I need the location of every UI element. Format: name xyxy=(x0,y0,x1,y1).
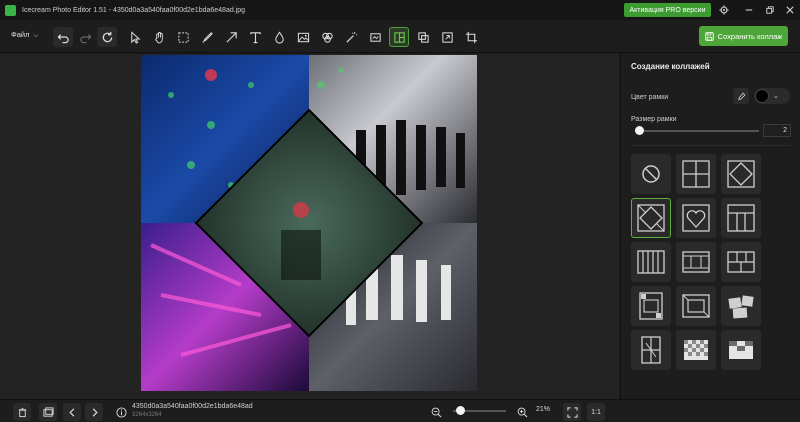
next-image-button[interactable] xyxy=(85,403,103,421)
layout-center-frame[interactable] xyxy=(676,286,716,326)
layout-top-three[interactable] xyxy=(721,198,761,238)
gallery-icon[interactable] xyxy=(39,403,57,421)
window-title: Icecream Photo Editor 1.51 - 4350d0a3a54… xyxy=(22,6,246,14)
layout-puzzle[interactable] xyxy=(721,330,761,370)
image-insert-icon[interactable] xyxy=(293,27,313,47)
image-dimensions: 3264x3264 xyxy=(132,412,162,418)
layout-corner-frames[interactable] xyxy=(631,286,671,326)
file-name: 4350d0a3a540faa0f00d2e1bda6e48ad xyxy=(132,403,253,410)
save-collage-label: Сохранить коллаж xyxy=(717,31,783,41)
chevron-down-icon: ⌵ xyxy=(33,33,39,39)
fit-to-screen-icon[interactable] xyxy=(563,403,581,421)
zoom-in-icon[interactable] xyxy=(513,403,531,421)
title-bar: Icecream Photo Editor 1.51 - 4350d0a3a54… xyxy=(0,0,800,20)
crop-selection-icon[interactable] xyxy=(173,27,193,47)
layout-none[interactable] xyxy=(631,154,671,194)
chevron-down-icon: ⌄ xyxy=(773,93,779,100)
resize-image-icon[interactable] xyxy=(365,27,385,47)
minimize-icon[interactable] xyxy=(742,3,756,17)
settings-gear-icon[interactable] xyxy=(717,3,731,17)
color-filter-icon[interactable] xyxy=(317,27,337,47)
collage-layout-grid xyxy=(631,154,761,370)
previous-image-button[interactable] xyxy=(63,403,81,421)
zoom-slider-handle[interactable] xyxy=(455,406,465,415)
frame-color-swatch xyxy=(755,89,769,103)
panel-divider xyxy=(631,145,791,146)
toolbar: Файл ⌵ Сохранить коллаж xyxy=(0,20,800,53)
eyedropper-icon[interactable] xyxy=(733,88,749,104)
delete-icon[interactable] xyxy=(13,403,31,421)
arrow-tool-icon[interactable] xyxy=(221,27,241,47)
frame-size-label: Размер рамки xyxy=(631,116,677,123)
layout-diamond-quad[interactable] xyxy=(631,198,671,238)
info-icon[interactable] xyxy=(112,403,130,421)
collage-panel: Создание коллажей Цвет рамки ⌄ Размер ра… xyxy=(620,54,800,399)
frame-size-input[interactable]: 2 xyxy=(763,124,791,137)
save-icon xyxy=(704,31,714,41)
actual-size-button[interactable]: 1:1 xyxy=(587,403,605,421)
file-menu[interactable]: Файл ⌵ xyxy=(11,30,38,40)
layout-brick[interactable] xyxy=(721,242,761,282)
layout-checkered[interactable] xyxy=(676,330,716,370)
frame-color-picker[interactable]: ⌄ xyxy=(754,88,790,104)
frame-size-slider[interactable] xyxy=(635,130,759,132)
panel-title: Создание коллажей xyxy=(631,62,710,71)
status-bar: 4350d0a3a540faa0f00d2e1bda6e48ad 3264x32… xyxy=(0,399,800,422)
crop-icon[interactable] xyxy=(461,27,481,47)
restore-icon[interactable] xyxy=(763,3,777,17)
blur-drop-icon[interactable] xyxy=(269,27,289,47)
activate-pro-button[interactable]: Активация PRO версии xyxy=(624,3,711,17)
layout-polaroid[interactable] xyxy=(721,286,761,326)
close-icon[interactable] xyxy=(783,3,797,17)
hand-tool-icon[interactable] xyxy=(149,27,169,47)
zoom-level: 21% xyxy=(536,406,551,413)
undo-button[interactable] xyxy=(53,27,73,47)
reset-button[interactable] xyxy=(97,27,117,47)
layout-grid-2x2[interactable] xyxy=(676,154,716,194)
layout-vertical-strips[interactable] xyxy=(631,242,671,282)
frame-size-slider-handle[interactable] xyxy=(635,126,644,135)
layout-cross[interactable] xyxy=(631,330,671,370)
layout-heart[interactable] xyxy=(676,198,716,238)
layout-diamond[interactable] xyxy=(721,154,761,194)
file-menu-label: Файл xyxy=(11,30,30,39)
brush-tool-icon[interactable] xyxy=(197,27,217,47)
redo-button[interactable] xyxy=(75,27,95,47)
magic-wand-icon[interactable] xyxy=(341,27,361,47)
collage-image xyxy=(141,55,477,391)
text-tool-icon[interactable] xyxy=(245,27,265,47)
frame-color-label: Цвет рамки xyxy=(631,94,669,101)
app-logo-icon xyxy=(5,4,16,16)
collage-preview[interactable] xyxy=(141,55,477,391)
select-tool-icon[interactable] xyxy=(125,27,145,47)
zoom-out-icon[interactable] xyxy=(427,403,445,421)
layout-film-strip[interactable] xyxy=(676,242,716,282)
collage-tool-icon[interactable] xyxy=(389,27,409,47)
save-collage-button[interactable]: Сохранить коллаж xyxy=(699,26,788,46)
resize-canvas-icon[interactable] xyxy=(437,27,457,47)
copy-layers-icon[interactable] xyxy=(413,27,433,47)
